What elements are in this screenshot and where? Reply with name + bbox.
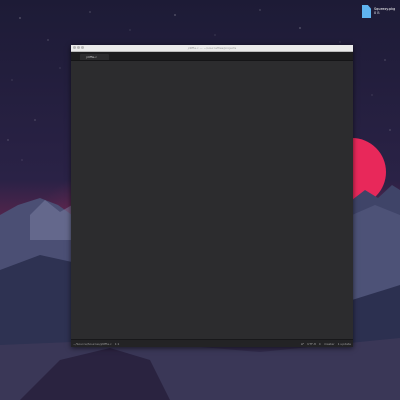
desktop-file-label: Squeezy.pkg 8 B	[374, 7, 395, 16]
status-language[interactable]: C	[319, 342, 321, 346]
status-git-branch[interactable]: master	[324, 342, 335, 346]
desktop-file-size: 8 B	[374, 11, 380, 16]
status-bar: ~/Source/Sources/jdiffie.c 1:1 LF UTF-8 …	[71, 339, 353, 347]
status-encoding[interactable]: UTF-8	[307, 342, 316, 346]
status-cursor-position[interactable]: 1:1	[115, 342, 120, 346]
status-line-ending[interactable]: LF	[301, 342, 304, 346]
editor-window[interactable]: jdiffie.c — ~/sourcefiles/projects jdiff…	[71, 45, 353, 347]
window-controls	[73, 46, 84, 50]
window-title: jdiffie.c — ~/sourcefiles/projects	[187, 46, 237, 50]
editor-text-area[interactable]	[71, 61, 353, 338]
tab-label: jdiffie.c	[86, 55, 97, 59]
tab-bar: jdiffie.c	[71, 52, 353, 61]
window-titlebar[interactable]: jdiffie.c — ~/sourcefiles/projects	[71, 45, 353, 52]
status-file-path[interactable]: ~/Source/Sources/jdiffie.c	[73, 342, 112, 346]
close-window-button[interactable]	[73, 46, 76, 50]
status-updates[interactable]: 1 update	[338, 342, 351, 346]
tab-active-file[interactable]: jdiffie.c	[80, 54, 109, 60]
zoom-window-button[interactable]	[81, 46, 84, 50]
minimize-window-button[interactable]	[77, 46, 80, 50]
file-icon	[362, 5, 371, 18]
desktop-file-icon[interactable]: Squeezy.pkg 8 B	[362, 5, 396, 18]
